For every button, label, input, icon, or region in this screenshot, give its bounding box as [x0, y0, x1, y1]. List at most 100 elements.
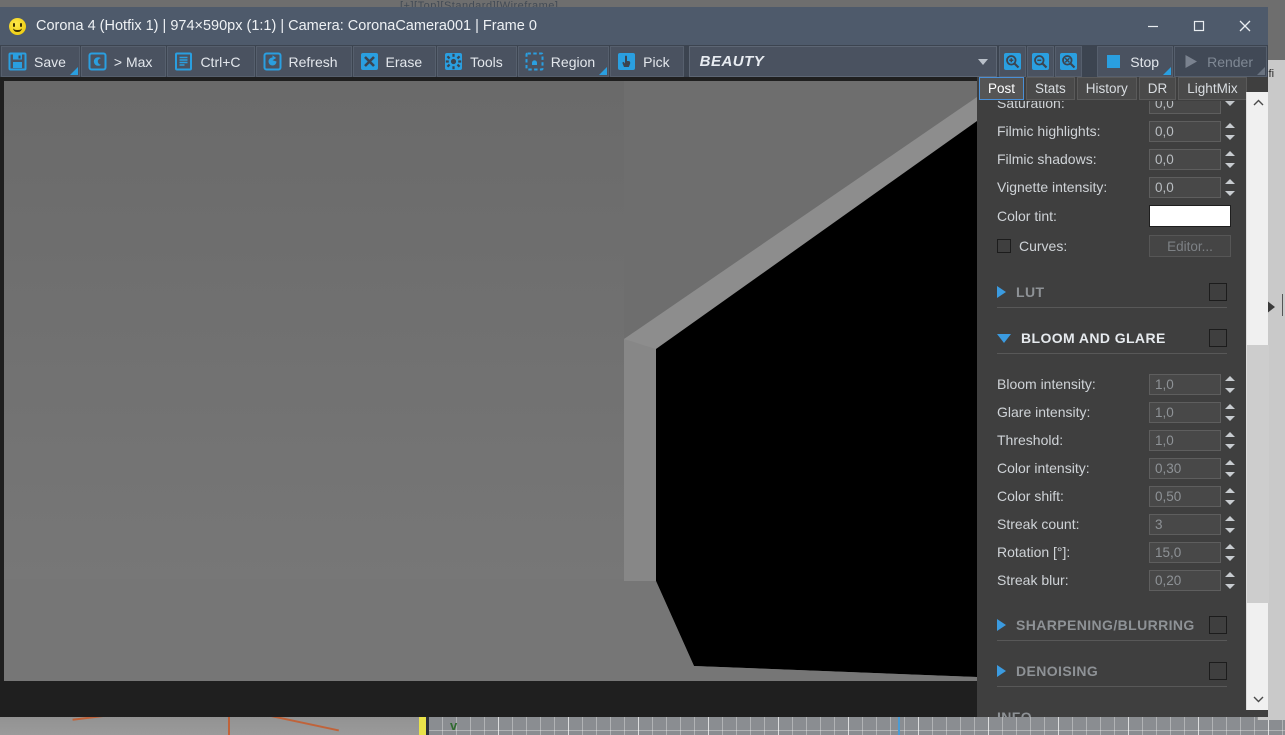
bloom-intensity-input[interactable]: 1,0: [1149, 373, 1221, 395]
color-shift-stepper[interactable]: [1223, 486, 1236, 507]
section-sharpening-head[interactable]: SHARPENING/BLURRING: [997, 612, 1227, 638]
tools-button-label: Tools: [470, 53, 503, 70]
filmic-shadows-stepper[interactable]: [1223, 149, 1236, 170]
filmic-highlights-input[interactable]: 0,0: [1149, 120, 1221, 142]
saturation-input[interactable]: 0,0: [1149, 101, 1221, 114]
erase-button[interactable]: Erase: [352, 46, 437, 77]
tab-dr[interactable]: DR: [1138, 77, 1177, 100]
streak-blur-input[interactable]: 0,20: [1149, 569, 1221, 591]
section-bloom-and-glare[interactable]: BLOOM AND GLARE: [977, 325, 1247, 354]
row-filmic-highlights[interactable]: Filmic highlights: 0,0: [977, 117, 1247, 145]
tab-post[interactable]: Post: [979, 77, 1025, 100]
maximize-button[interactable]: [1176, 7, 1222, 45]
tab-history-label: History: [1085, 81, 1128, 96]
row-saturation[interactable]: Saturation: 0,0: [977, 101, 1247, 117]
rotation-input[interactable]: 15,0: [1149, 541, 1221, 563]
scroll-down-button[interactable]: [1247, 688, 1269, 710]
row-vignette-intensity[interactable]: Vignette intensity: 0,0: [977, 173, 1247, 201]
row-filmic-shadows[interactable]: Filmic shadows: 0,0: [977, 145, 1247, 173]
tab-stats-label: Stats: [1035, 81, 1066, 96]
section-bloom-head[interactable]: BLOOM AND GLARE: [997, 325, 1227, 351]
color-intensity-input[interactable]: 0,30: [1149, 457, 1221, 479]
tab-history[interactable]: History: [1076, 77, 1137, 100]
region-button[interactable]: Region: [517, 46, 610, 77]
color-shift-input[interactable]: 0,50: [1149, 485, 1221, 507]
zoom-reset-button[interactable]: [1055, 46, 1083, 77]
curves-label-group: Curves:: [997, 238, 1149, 254]
section-lut-checkbox[interactable]: [1209, 283, 1227, 301]
row-threshold[interactable]: Threshold: 1,0: [977, 426, 1247, 454]
section-info[interactable]: INFO: [977, 704, 1247, 717]
threshold-input[interactable]: 1,0: [1149, 429, 1221, 451]
pick-button[interactable]: Pick: [610, 46, 684, 77]
panel-content: Saturation: 0,0 Filmic highlights: 0,0 F…: [977, 101, 1247, 717]
bloom-intensity-stepper[interactable]: [1223, 374, 1236, 395]
region-button-label: Region: [550, 53, 596, 70]
zoom-out-button[interactable]: [1027, 46, 1055, 77]
corona-vfb-window: Corona 4 (Hotfix 1) | 974×590px (1:1) | …: [0, 7, 1268, 717]
threshold-stepper[interactable]: [1223, 430, 1236, 451]
filmic-highlights-stepper[interactable]: [1223, 121, 1236, 142]
glare-intensity-input[interactable]: 1,0: [1149, 401, 1221, 423]
tab-lightmix[interactable]: LightMix: [1178, 77, 1247, 100]
render-button[interactable]: Render: [1174, 46, 1267, 77]
vignette-intensity-stepper[interactable]: [1223, 177, 1236, 198]
section-denoising[interactable]: DENOISING: [977, 658, 1247, 687]
section-sharpening-checkbox[interactable]: [1209, 616, 1227, 634]
streak-count-input[interactable]: 3: [1149, 513, 1221, 535]
section-info-head[interactable]: INFO: [997, 704, 1227, 717]
glare-intensity-stepper[interactable]: [1223, 402, 1236, 423]
tab-stats[interactable]: Stats: [1026, 77, 1075, 100]
chevron-down-icon[interactable]: [997, 333, 1011, 343]
section-lut-title: LUT: [1016, 284, 1045, 300]
color-intensity-stepper[interactable]: [1223, 458, 1236, 479]
window-titlebar[interactable]: Corona 4 (Hotfix 1) | 974×590px (1:1) | …: [0, 7, 1268, 45]
streak-count-stepper[interactable]: [1223, 514, 1236, 535]
row-glare-intensity[interactable]: Glare intensity: 1,0: [977, 398, 1247, 426]
chevron-right-icon[interactable]: [997, 286, 1006, 298]
panel-scrollbar[interactable]: [1246, 92, 1269, 710]
send-to-max-label: > Max: [113, 53, 153, 70]
chevron-right-icon[interactable]: [997, 619, 1006, 631]
row-curves[interactable]: Curves: Editor...: [977, 231, 1247, 261]
section-lut[interactable]: LUT: [977, 279, 1247, 308]
scroll-up-button[interactable]: [1247, 92, 1269, 114]
rendered-image[interactable]: [4, 81, 977, 681]
zoom-in-button[interactable]: [999, 46, 1027, 77]
tools-button[interactable]: Tools: [437, 46, 517, 77]
section-denoising-checkbox[interactable]: [1209, 662, 1227, 680]
vignette-intensity-input[interactable]: 0,0: [1149, 176, 1221, 198]
row-bloom-intensity[interactable]: Bloom intensity: 1,0: [977, 370, 1247, 398]
render-pass-combo[interactable]: BEAUTY: [688, 46, 998, 77]
row-color-shift[interactable]: Color shift: 0,50: [977, 482, 1247, 510]
row-color-tint[interactable]: Color tint:: [977, 201, 1247, 231]
row-color-intensity[interactable]: Color intensity: 0,30: [977, 454, 1247, 482]
row-streak-count[interactable]: Streak count: 3: [977, 510, 1247, 538]
filmic-shadows-input[interactable]: 0,0: [1149, 148, 1221, 170]
copy-to-clipboard-button[interactable]: Ctrl+C: [167, 46, 255, 77]
section-lut-head[interactable]: LUT: [997, 279, 1227, 305]
stop-button[interactable]: Stop: [1097, 46, 1174, 77]
save-button[interactable]: Save: [1, 46, 80, 77]
saturation-chevron-down-icon[interactable]: [1222, 101, 1237, 114]
refresh-button[interactable]: Refresh: [255, 46, 352, 77]
saturation-label: Saturation:: [997, 101, 1065, 111]
row-streak-blur[interactable]: Streak blur: 0,20: [977, 566, 1247, 594]
section-sharpening-blurring[interactable]: SHARPENING/BLURRING: [977, 612, 1247, 641]
minimize-button[interactable]: [1130, 7, 1176, 45]
stop-square-icon: [1104, 52, 1123, 71]
section-bloom-checkbox[interactable]: [1209, 329, 1227, 347]
section-denoising-head[interactable]: DENOISING: [997, 658, 1227, 684]
curves-editor-button[interactable]: Editor...: [1149, 235, 1231, 257]
send-to-max-button[interactable]: > Max: [80, 46, 167, 77]
section-lut-rule: [997, 307, 1227, 308]
chevron-right-icon[interactable]: [997, 665, 1006, 677]
close-button[interactable]: [1222, 7, 1268, 45]
curves-checkbox[interactable]: [997, 239, 1011, 253]
scrollbar-thumb[interactable]: [1247, 345, 1269, 603]
row-rotation[interactable]: Rotation [°]: 15,0: [977, 538, 1247, 566]
streak-blur-stepper[interactable]: [1223, 570, 1236, 591]
rotation-stepper[interactable]: [1223, 542, 1236, 563]
section-sharpening-title: SHARPENING/BLURRING: [1016, 617, 1195, 633]
color-tint-swatch[interactable]: [1149, 205, 1231, 227]
